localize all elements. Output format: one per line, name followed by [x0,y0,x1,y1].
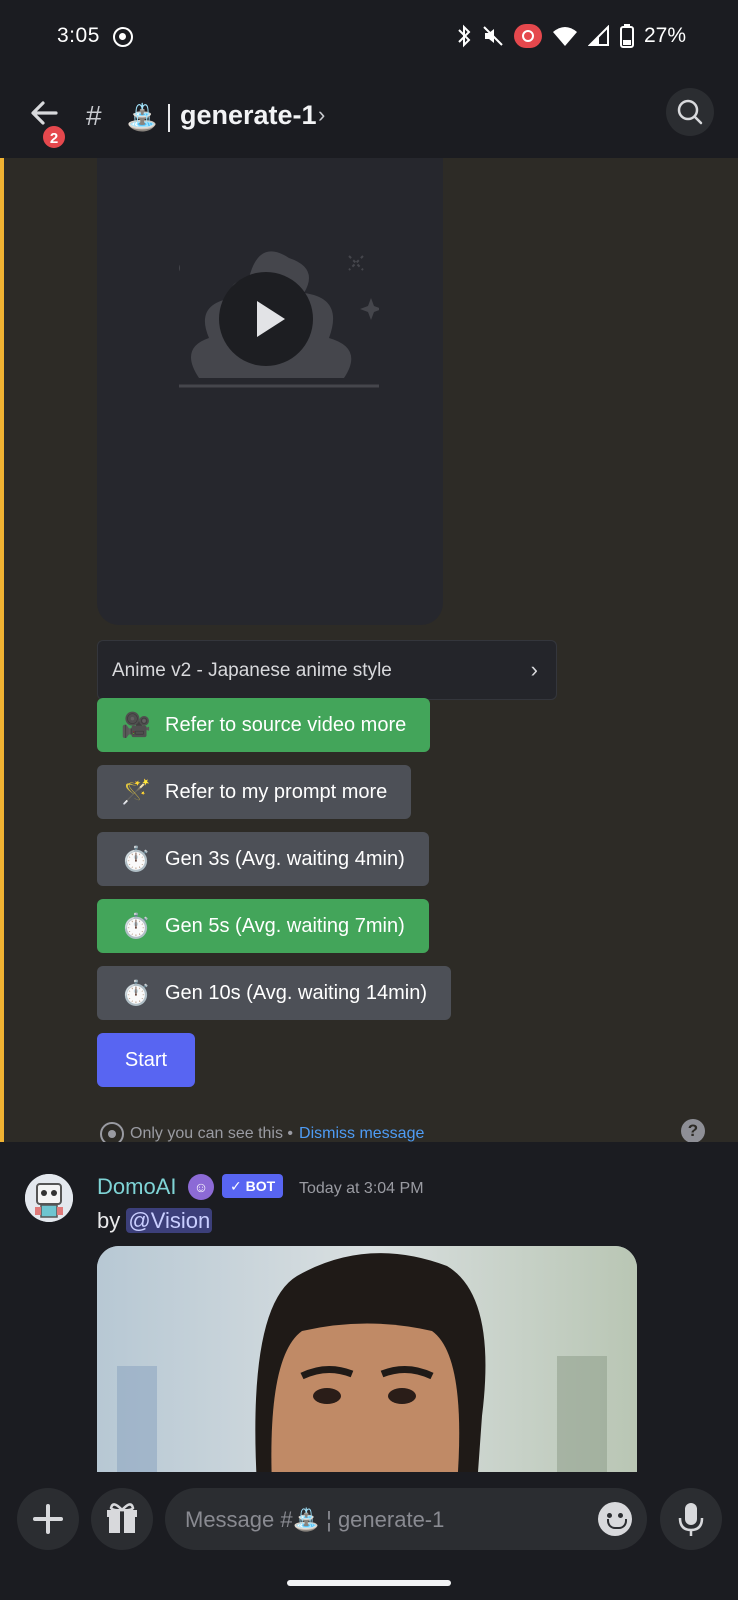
mute-icon [483,26,503,46]
signal-icon [587,25,609,46]
locked-hash-icon: # [86,100,102,131]
battery-percent: 27% [643,24,686,47]
only-you-text: Only you can see this • [130,1125,294,1142]
stopwatch-icon: ⏱️ [121,845,151,873]
chevron-right-icon[interactable]: › [318,102,325,128]
select-menu-label: Anime v2 - Japanese anime style [112,660,392,681]
search-icon [677,99,703,125]
message-byline: by @Vision [97,1208,213,1234]
gift-button[interactable] [91,1488,153,1550]
channel-header: 2 # ⛲ generate-1 › [0,76,738,158]
video-camera-icon: 🎥 [121,711,151,739]
gen-5s-button[interactable]: ⏱️ Gen 5s (Avg. waiting 7min) [97,899,429,953]
channel-name[interactable]: generate-1 [180,100,317,131]
start-button[interactable]: Start [97,1033,195,1087]
message-timestamp: Today at 3:04 PM [299,1180,424,1197]
screen-record-icon [113,27,133,47]
button-label: Gen 3s (Avg. waiting 4min) [165,847,405,870]
ephemeral-message: Anime v2 - Japanese anime style › 🎥 Refe… [0,158,738,1146]
wifi-icon [552,27,577,46]
message-placeholder: Message #⛲ ¦ generate-1 [185,1507,445,1532]
user-mention[interactable]: @Vision [126,1208,213,1233]
battery-icon [619,24,634,48]
bluetooth-icon [458,24,471,48]
stopwatch-icon: ⏱️ [121,979,151,1007]
button-label: Gen 5s (Avg. waiting 7min) [165,914,405,937]
robot-avatar-icon [25,1174,73,1222]
author-name[interactable]: DomoAI [97,1174,176,1200]
gen-10s-button[interactable]: ⏱️ Gen 10s (Avg. waiting 14min) [97,966,451,1020]
voice-message-button[interactable] [660,1488,722,1550]
add-attachment-button[interactable] [17,1488,79,1550]
home-indicator[interactable] [287,1580,451,1586]
emoji-icon[interactable] [598,1502,632,1536]
stopwatch-icon: ⏱️ [121,912,151,940]
button-label: Refer to source video more [165,713,407,736]
gen-3s-button[interactable]: ⏱️ Gen 3s (Avg. waiting 4min) [97,832,429,886]
status-icons: 27% [456,24,686,48]
help-icon[interactable]: ? [681,1119,705,1143]
chevron-right-icon: › [530,657,538,682]
bot-tag: ✓ BOT [222,1174,284,1198]
bot-role-icon: ☺ [188,1174,214,1200]
bot-message: DomoAI ☺ ✓ BOT Today at 3:04 PM by @Visi… [0,1142,738,1486]
magic-wand-icon: 🪄 [121,778,151,806]
microphone-icon [678,1503,704,1536]
button-label: Gen 10s (Avg. waiting 14min) [165,981,427,1004]
avatar[interactable] [25,1174,73,1222]
button-label: Refer to my prompt more [165,780,388,803]
unread-badge: 2 [41,124,67,150]
recording-icon [513,24,542,48]
status-time: 3:05 [57,24,100,47]
gift-icon [107,1503,137,1533]
message-input[interactable]: Message #⛲ ¦ generate-1 [165,1488,647,1550]
video-attachment[interactable] [97,158,443,625]
portrait-photo [97,1246,637,1486]
play-button[interactable] [219,272,313,366]
message-composer: Message #⛲ ¦ generate-1 [0,1472,738,1600]
refer-source-video-button[interactable]: 🎥 Refer to source video more [97,698,431,752]
style-select-menu[interactable]: Anime v2 - Japanese anime style › [97,640,557,700]
dismiss-message-link[interactable]: Dismiss message [299,1125,424,1143]
search-button[interactable] [666,88,714,136]
channel-emoji: ⛲ [126,102,159,132]
by-prefix: by [97,1208,121,1233]
refer-prompt-button[interactable]: 🪄 Refer to my prompt more [97,765,412,819]
channel-separator [168,104,170,132]
image-attachment[interactable] [97,1246,637,1486]
status-bar: 3:05 27% [0,0,738,76]
